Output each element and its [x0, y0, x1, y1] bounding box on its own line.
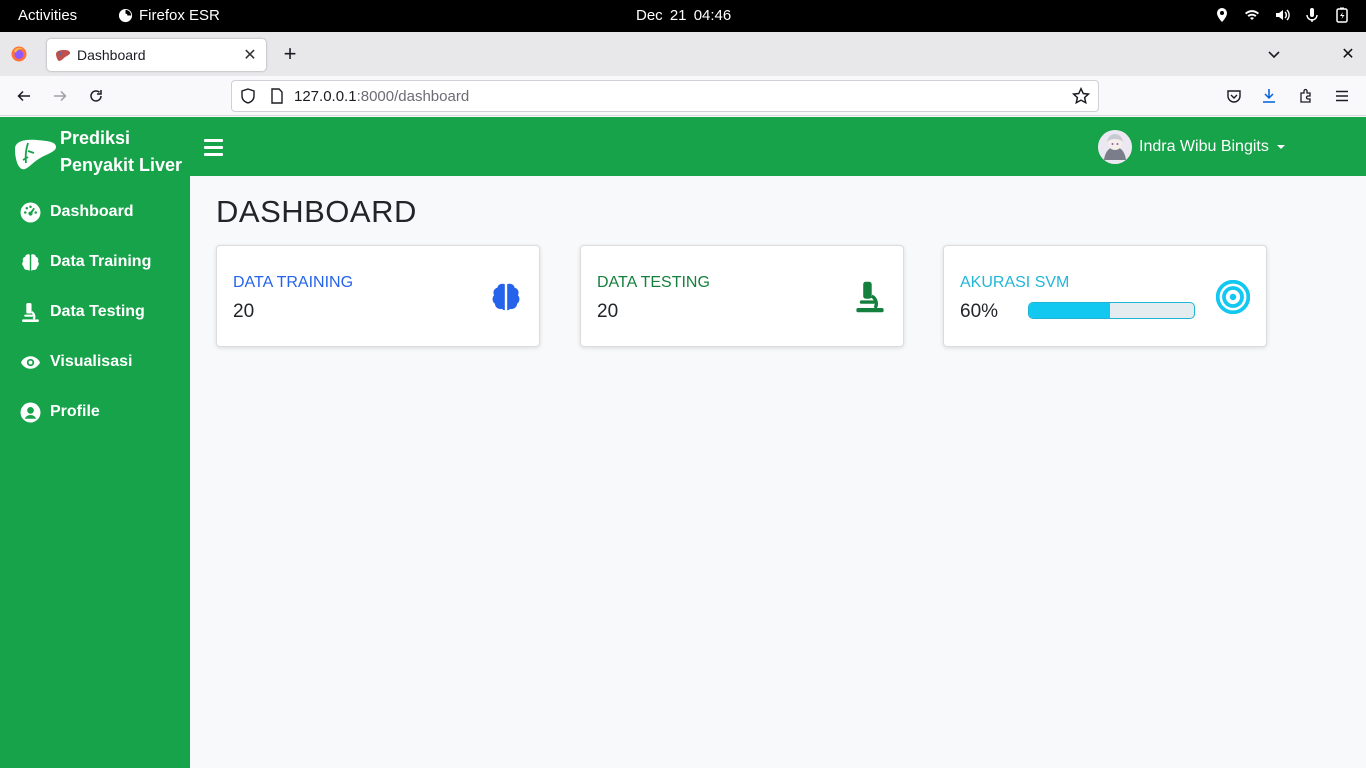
sidebar-item-data-training[interactable]: Data Training — [0, 237, 190, 287]
card-value: 60% — [960, 301, 999, 322]
address-bar[interactable]: 127.0.0.1:8000/dashboard — [231, 80, 1099, 112]
wifi-icon — [1245, 10, 1259, 20]
browser-tab-strip: Dashboard ✕ + ✕ — [0, 32, 1366, 76]
card-label: DATA TRAINING — [233, 274, 354, 291]
liver-favicon-icon — [56, 50, 70, 61]
url-host: 127.0.0.1 — [294, 87, 357, 105]
sidebar-item-label: Data Training — [50, 253, 152, 270]
arrow-left-icon — [17, 90, 30, 102]
microscope-icon — [22, 302, 39, 322]
card-data-testing: DATA TESTING 20 — [580, 245, 904, 347]
reload-icon — [90, 90, 102, 102]
accuracy-progress-bar — [1028, 302, 1195, 319]
app-name: Firefox ESR — [139, 7, 220, 24]
card-data-training: DATA TRAINING 20 — [216, 245, 540, 347]
app-menu-button[interactable] — [1330, 84, 1354, 108]
extensions-button[interactable] — [1294, 84, 1318, 108]
sidebar-item-dashboard[interactable]: Dashboard — [0, 187, 190, 237]
sidebar-item-profile[interactable]: Profile — [0, 387, 190, 437]
top-navbar: Indra Wibu Bingits — [190, 117, 1366, 176]
username: Indra Wibu Bingits — [1139, 138, 1269, 155]
reload-button[interactable] — [84, 84, 108, 108]
card-value: 20 — [597, 301, 619, 322]
puzzle-icon — [1300, 88, 1311, 103]
page-icon[interactable] — [270, 88, 284, 104]
bookmark-star-icon[interactable] — [1072, 87, 1090, 105]
system-top-bar: Activities Firefox ESR Dec 21 04:46 — [0, 0, 1366, 32]
sidebar-item-label: Profile — [50, 403, 100, 420]
brand-title: Prediksi Penyakit Liver — [60, 125, 190, 179]
system-tray[interactable] — [1214, 7, 1350, 23]
tab-close-icon[interactable]: ✕ — [238, 43, 262, 67]
window-close-icon[interactable]: ✕ — [1336, 42, 1360, 66]
activities-button[interactable]: Activities — [18, 7, 77, 24]
chevron-down-icon — [1276, 145, 1285, 149]
firefox-icon — [118, 8, 133, 23]
liver-logo-icon — [15, 139, 56, 170]
sidebar-menu: Dashboard Data Training Data Testing Vis… — [0, 187, 190, 437]
user-dropdown[interactable]: Indra Wibu Bingits — [1098, 130, 1285, 164]
sidebar-item-label: Visualisasi — [50, 353, 133, 370]
brain-icon — [22, 253, 39, 271]
download-icon — [1263, 89, 1275, 103]
hamburger-menu-icon — [1336, 90, 1348, 102]
browser-tab-dashboard[interactable]: Dashboard ✕ — [47, 39, 266, 71]
progress-fill — [1029, 303, 1110, 318]
bullseye-icon — [1216, 280, 1250, 314]
app-menu[interactable]: Firefox ESR — [118, 7, 220, 24]
sidebar-toggle-icon[interactable] — [204, 135, 223, 159]
url-path: :8000/dashboard — [356, 87, 470, 105]
brand[interactable]: Prediksi Penyakit Liver — [12, 125, 190, 179]
microphone-icon — [1306, 8, 1318, 22]
microscope-icon — [856, 281, 884, 313]
brand-line-2: Penyakit Liver — [60, 155, 183, 175]
back-button[interactable] — [12, 84, 36, 108]
browser-nav-bar: 127.0.0.1:8000/dashboard — [0, 76, 1366, 116]
user-circle-icon — [20, 402, 41, 422]
pocket-icon — [1227, 90, 1241, 103]
url-text[interactable]: 127.0.0.1:8000/dashboard — [294, 88, 1072, 105]
downloads-button[interactable] — [1257, 84, 1281, 108]
card-label: DATA TESTING — [597, 274, 710, 291]
battery-icon — [1336, 7, 1348, 23]
tab-title: Dashboard — [77, 47, 146, 63]
new-tab-button[interactable]: + — [278, 41, 302, 66]
sidebar-item-label: Dashboard — [50, 203, 134, 220]
sidebar-item-data-testing[interactable]: Data Testing — [0, 287, 190, 337]
card-akurasi-svm: AKURASI SVM 60% — [943, 245, 1267, 347]
avatar — [1098, 130, 1132, 164]
gauge-icon — [20, 202, 41, 222]
volume-icon — [1276, 9, 1290, 21]
brand-line-1: Prediksi — [60, 128, 131, 148]
pocket-button[interactable] — [1222, 84, 1246, 108]
sidebar: Prediksi Penyakit Liver Dashboard Data T… — [0, 117, 190, 768]
sidebar-item-label: Data Testing — [50, 303, 145, 320]
brain-icon — [492, 283, 520, 311]
shield-icon[interactable] — [240, 88, 256, 104]
sidebar-item-visualisasi[interactable]: Visualisasi — [0, 337, 190, 387]
arrow-right-icon — [54, 90, 67, 102]
eye-icon — [21, 355, 40, 369]
forward-button[interactable] — [48, 84, 72, 108]
card-value: 20 — [233, 301, 255, 322]
firefox-view-icon[interactable] — [11, 46, 27, 62]
page-title: DASHBOARD — [216, 194, 417, 229]
clock[interactable]: Dec 21 04:46 — [636, 7, 731, 24]
location-icon — [1217, 8, 1227, 22]
list-all-tabs-icon[interactable] — [1262, 42, 1286, 66]
card-label: AKURASI SVM — [960, 274, 1070, 291]
